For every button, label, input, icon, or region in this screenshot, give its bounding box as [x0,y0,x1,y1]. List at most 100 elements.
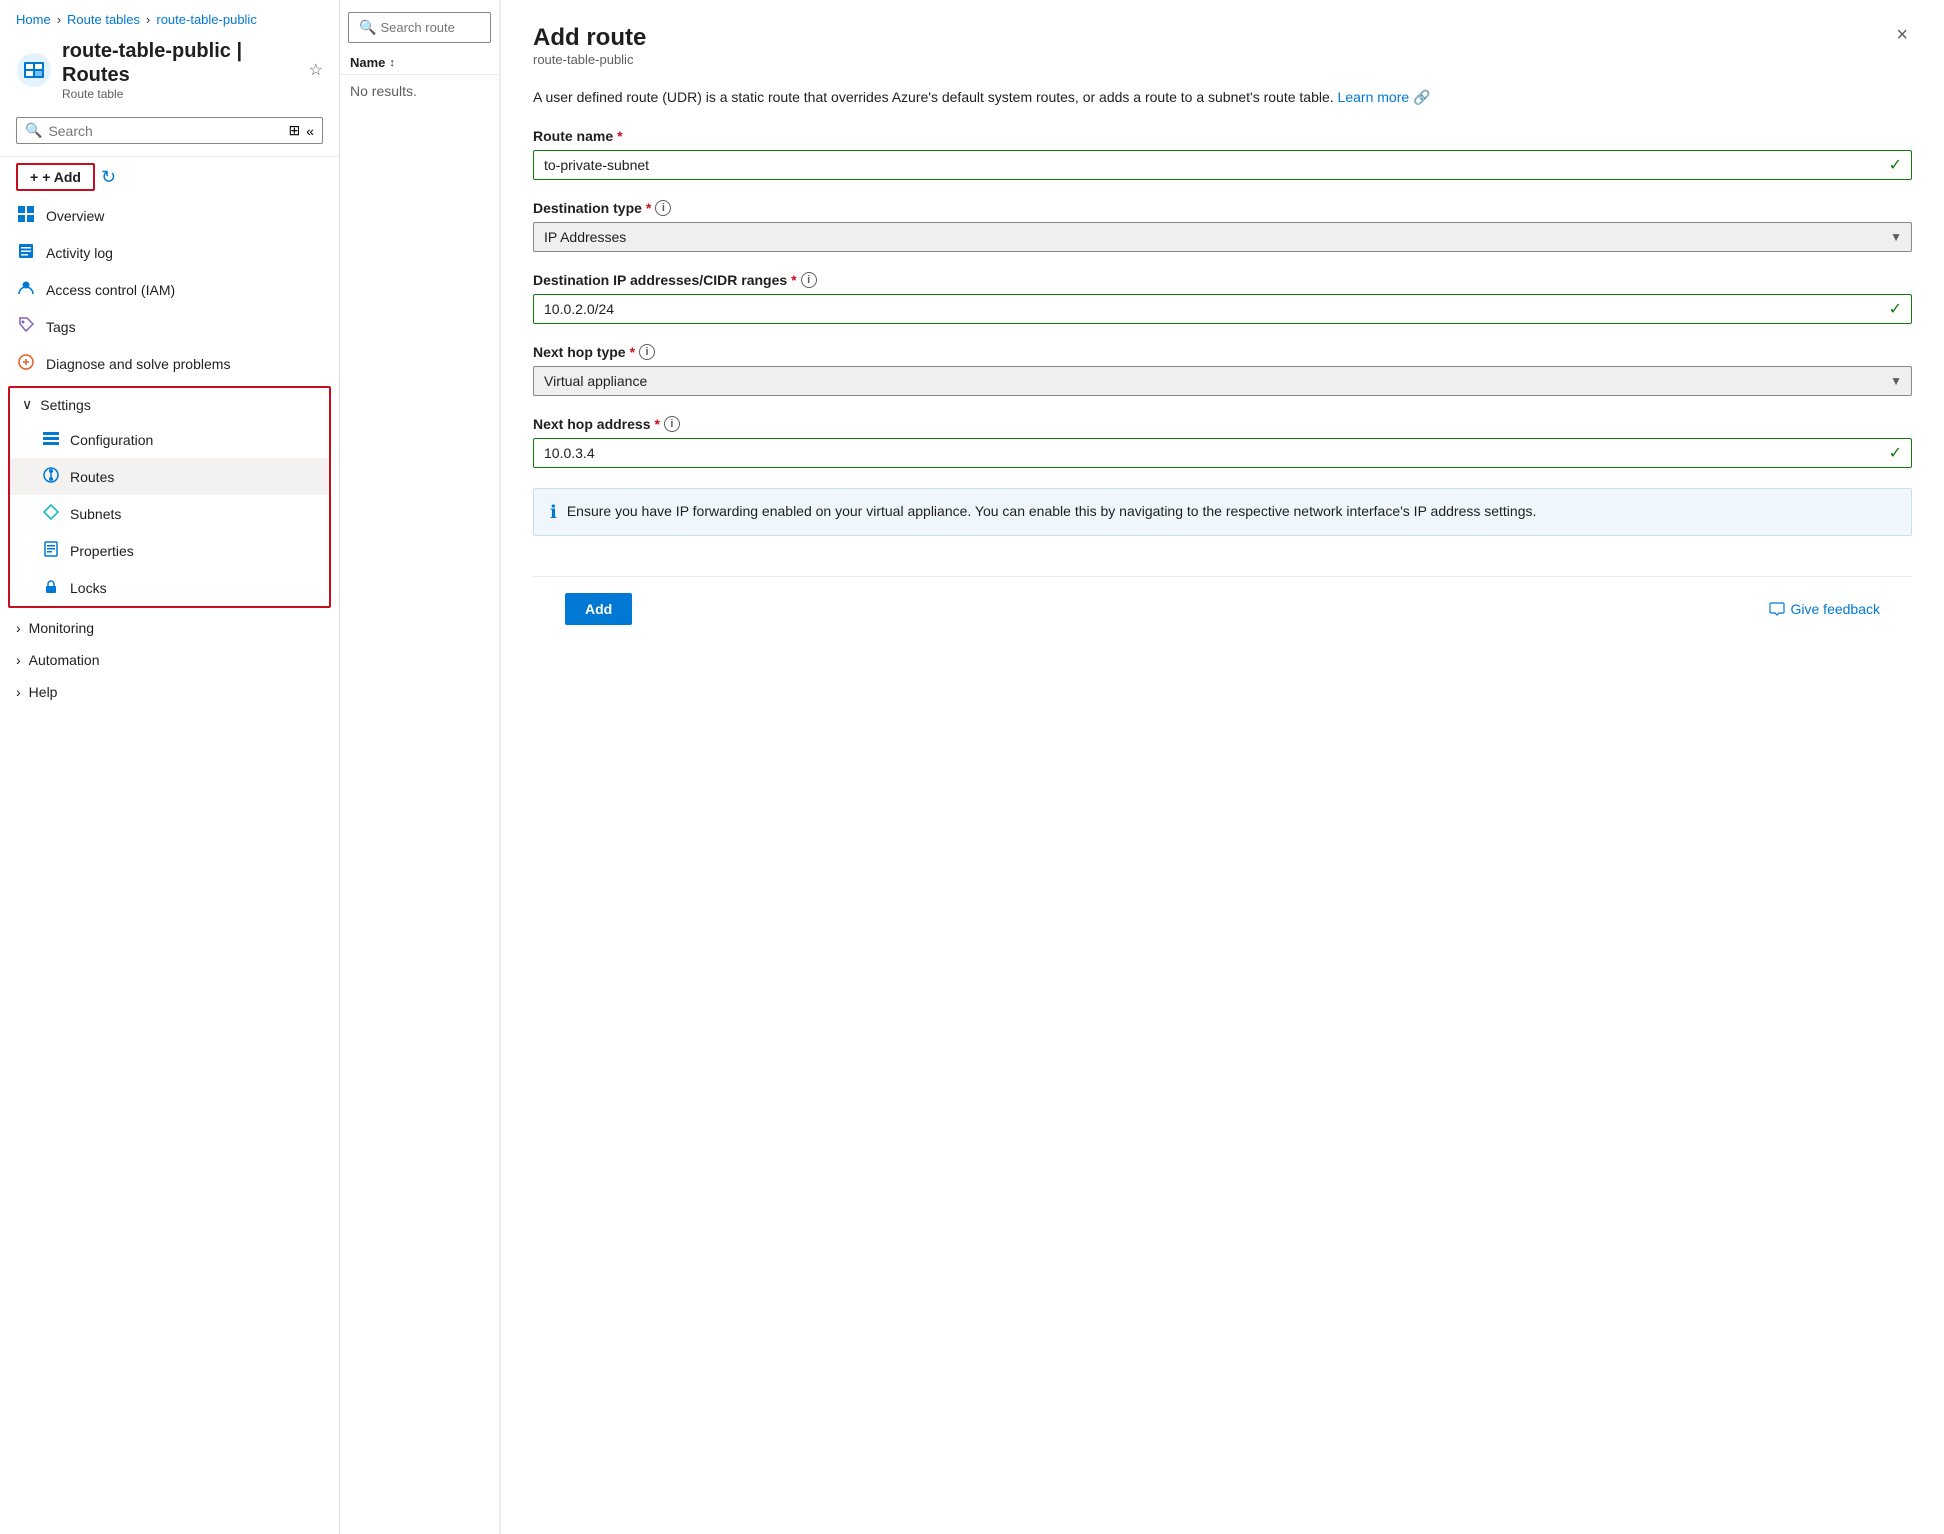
destination-cidr-required: * [791,272,796,288]
info-box: ℹ Ensure you have IP forwarding enabled … [533,488,1912,536]
routes-search-box[interactable]: 🔍 [348,12,491,43]
subnets-label: Subnets [70,506,121,522]
feedback-label: Give feedback [1791,601,1881,617]
sidebar-item-activity-log[interactable]: Activity log [0,234,339,271]
panel-footer: Add Give feedback [533,576,1912,641]
automation-chevron-icon: › [16,652,21,668]
destination-cidr-input-wrapper: ✓ [533,294,1912,324]
learn-more-link[interactable]: Learn more 🔗 [1338,89,1431,105]
search-icon: 🔍 [25,122,42,139]
sidebar-item-subnets[interactable]: Subnets [10,495,329,532]
search-box[interactable]: 🔍 ⊞ « [16,117,323,144]
activity-log-icon [16,242,36,263]
sidebar-item-automation[interactable]: › Automation [0,644,339,676]
breadcrumb-current[interactable]: route-table-public [156,12,256,27]
give-feedback-button[interactable]: Give feedback [1769,601,1881,617]
route-name-input-wrapper: ✓ [533,150,1912,180]
routes-icon [42,466,60,487]
close-button[interactable]: × [1892,24,1912,47]
iam-icon [16,279,36,300]
sort-icon[interactable]: ↕ [389,57,395,69]
sidebar-item-properties[interactable]: Properties [10,532,329,569]
access-control-label: Access control (IAM) [46,282,175,298]
diagnose-label: Diagnose and solve problems [46,356,230,372]
destination-type-info-icon[interactable]: i [655,200,671,216]
settings-header[interactable]: ∨ Settings [10,388,329,421]
routes-search-input[interactable] [380,20,480,35]
monitoring-label: Monitoring [29,620,94,636]
next-hop-address-group: Next hop address * i ✓ [533,416,1912,468]
diagnose-icon [16,353,36,374]
sidebar-item-diagnose[interactable]: Diagnose and solve problems [0,345,339,382]
next-hop-address-input-wrapper: ✓ [533,438,1912,468]
info-box-text: Ensure you have IP forwarding enabled on… [567,501,1537,522]
filter-icon: ⊞ [288,122,300,139]
next-hop-type-required: * [630,344,635,360]
content-wrapper: 🔍 Name ↕ No results. Add route route-tab… [340,0,1944,1534]
panel-subtitle: route-table-public [533,52,646,67]
next-hop-type-label: Next hop type * i [533,344,1912,360]
search-input[interactable] [48,123,282,139]
route-name-input[interactable] [533,150,1912,180]
route-name-required: * [617,128,622,144]
feedback-icon [1769,601,1785,617]
favorite-icon[interactable]: ☆ [309,60,323,80]
sidebar-item-overview[interactable]: Overview [0,197,339,234]
sidebar-item-monitoring[interactable]: › Monitoring [0,612,339,644]
collapse-icon[interactable]: « [306,123,314,139]
settings-chevron-icon: ∨ [22,396,32,413]
destination-type-select[interactable]: IP Addresses Service Tag Virtual Network [533,222,1912,252]
subnets-icon [42,503,60,524]
configuration-label: Configuration [70,432,153,448]
next-hop-address-input[interactable] [533,438,1912,468]
add-route-panel: Add route route-table-public × A user de… [500,0,1944,1534]
locks-label: Locks [70,580,107,596]
settings-label: Settings [40,397,91,413]
route-name-check-icon: ✓ [1889,155,1902,175]
next-hop-type-select[interactable]: Virtual appliance Virtual network gatewa… [533,366,1912,396]
info-box-icon: ℹ [550,502,557,523]
routes-table-header: Name ↕ [340,51,499,75]
activity-log-label: Activity log [46,245,113,261]
resource-icon [16,52,52,88]
destination-type-input-wrapper: IP Addresses Service Tag Virtual Network… [533,222,1912,252]
add-submit-button[interactable]: Add [565,593,632,625]
add-route-form: Route name * ✓ Destination type * i IP A [533,128,1912,536]
sidebar-item-configuration[interactable]: Configuration [10,421,329,458]
sidebar-item-locks[interactable]: Locks [10,569,329,606]
help-label: Help [29,684,58,700]
monitoring-chevron-icon: › [16,620,21,636]
next-hop-address-check-icon: ✓ [1889,443,1902,463]
panel-title: Add route [533,24,646,52]
configuration-icon [42,429,60,450]
breadcrumb-route-tables[interactable]: Route tables [67,12,140,27]
destination-cidr-check-icon: ✓ [1889,299,1902,319]
route-name-group: Route name * ✓ [533,128,1912,180]
destination-cidr-label: Destination IP addresses/CIDR ranges * i [533,272,1912,288]
resource-header: route-table-public | Routes Route table … [0,35,339,113]
sidebar-item-access-control[interactable]: Access control (IAM) [0,271,339,308]
panel-header: Add route route-table-public × [533,24,1912,83]
sidebar-item-tags[interactable]: Tags [0,308,339,345]
destination-cidr-info-icon[interactable]: i [801,272,817,288]
name-column-header: Name [350,55,385,70]
panel-description: A user defined route (UDR) is a static r… [533,87,1912,108]
settings-section: ∨ Settings Configuration Routes Subnets [8,386,331,608]
tags-label: Tags [46,319,76,335]
help-chevron-icon: › [16,684,21,700]
breadcrumb-home[interactable]: Home [16,12,51,27]
next-hop-type-input-wrapper: Virtual appliance Virtual network gatewa… [533,366,1912,396]
destination-type-dropdown-icon: ▼ [1890,230,1902,244]
destination-cidr-input[interactable] [533,294,1912,324]
next-hop-address-info-icon[interactable]: i [664,416,680,432]
resource-type: Route table [62,87,299,101]
add-button[interactable]: + + Add [16,163,95,191]
breadcrumb: Home › Route tables › route-table-public [0,0,339,35]
resource-name: route-table-public | Routes [62,39,299,87]
routes-search-icon: 🔍 [359,19,376,36]
sidebar-item-help[interactable]: › Help [0,676,339,708]
next-hop-address-required: * [654,416,659,432]
refresh-icon[interactable]: ↻ [101,167,116,188]
next-hop-type-info-icon[interactable]: i [639,344,655,360]
sidebar-item-routes[interactable]: Routes [10,458,329,495]
